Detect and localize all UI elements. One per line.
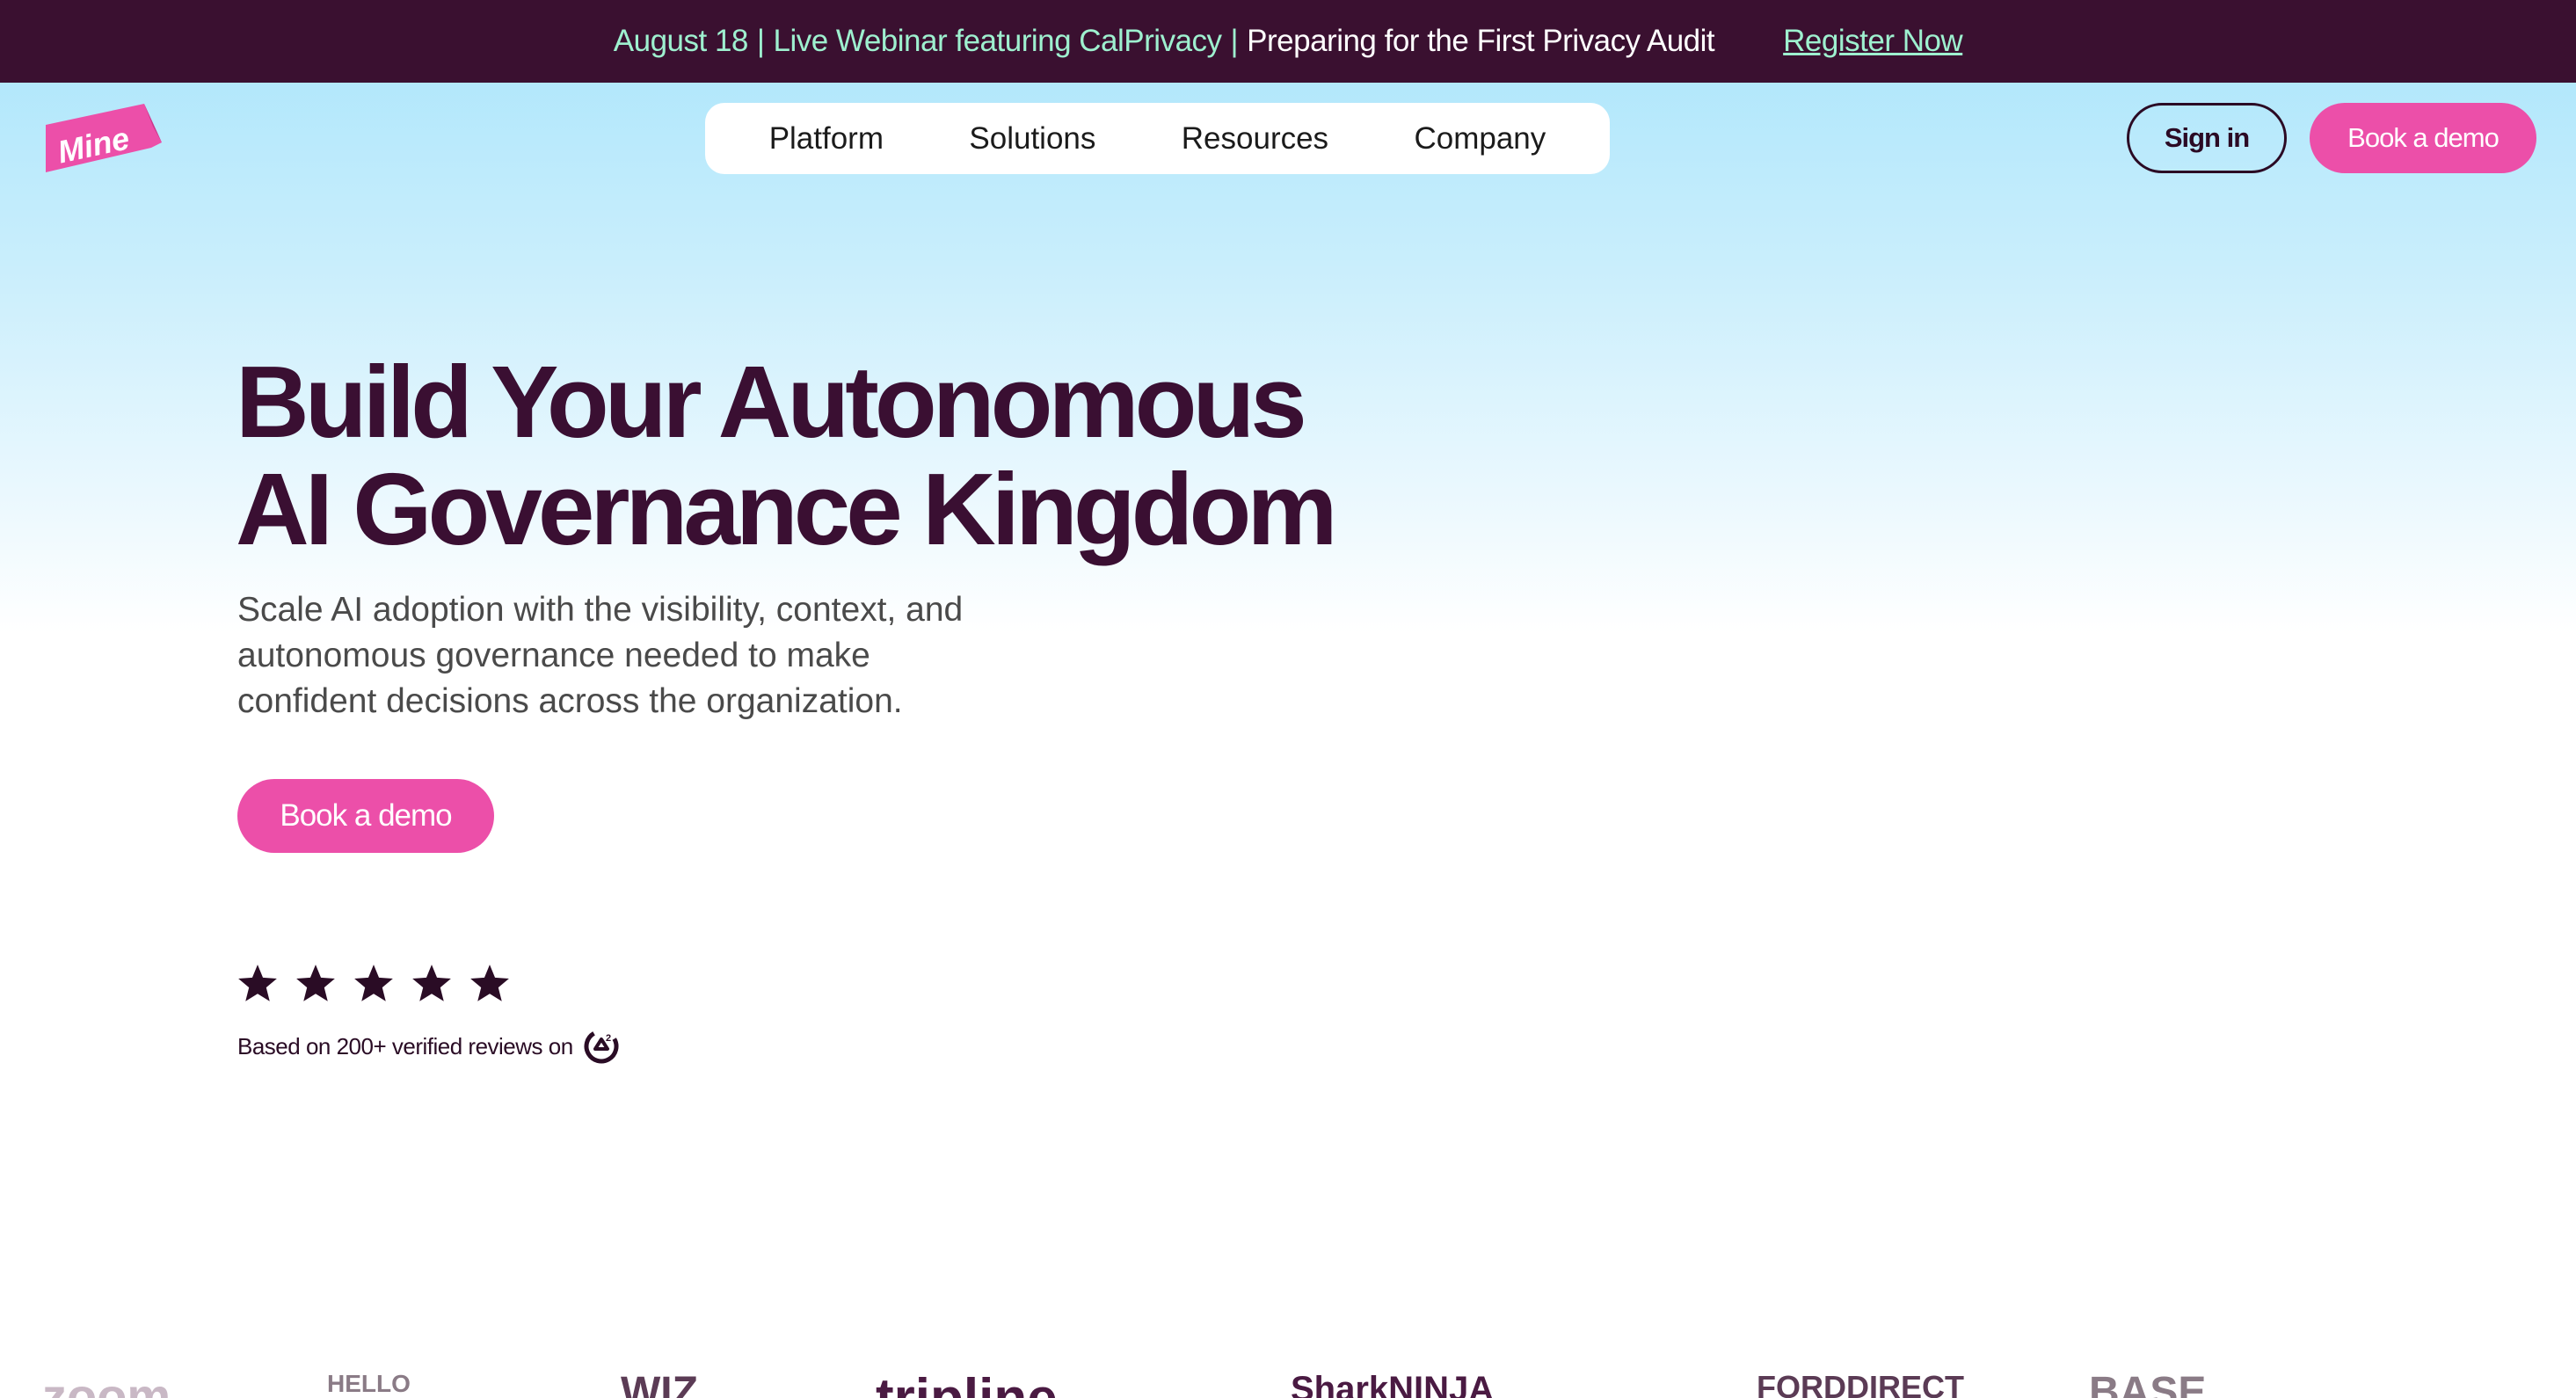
customer-logo-strip: zoom HELLO WIZ tripline SharkNINJA FORDD… xyxy=(0,1372,2576,1398)
hero-subtitle-line-1: Scale AI adoption with the visibility, c… xyxy=(237,591,964,629)
reviews-text: Based on 200+ verified reviews on xyxy=(237,1032,573,1059)
customer-logo-forddirect: FORDDIRECT xyxy=(1757,1372,1964,1398)
hero-title: Build Your Autonomous AI Governance King… xyxy=(236,348,1379,563)
announcement-banner: August 18 | Live Webinar featuring CalPr… xyxy=(0,0,2576,83)
nav-item-platform[interactable]: Platform xyxy=(752,113,901,165)
hero-subtitle-line-3: confident decisions across the organizat… xyxy=(237,682,903,720)
star-icon xyxy=(354,965,393,1001)
svg-text:2: 2 xyxy=(606,1033,611,1044)
announcement-separator-2: | xyxy=(1230,24,1239,58)
announcement-message: Preparing for the First Privacy Audit xyxy=(1247,24,1715,58)
rating-stars xyxy=(236,962,512,1006)
star-icon xyxy=(296,965,335,1001)
customer-logo-base: BASE xyxy=(2089,1372,2207,1398)
hero-subtitle: Scale AI adoption with the visibility, c… xyxy=(237,587,1046,724)
header-book-demo-button[interactable]: Book a demo xyxy=(2310,103,2536,173)
customer-logo-hello: HELLO xyxy=(327,1372,411,1397)
reviews-note: Based on 200+ verified reviews on 2 xyxy=(237,1029,619,1064)
register-now-link[interactable]: Register Now xyxy=(1783,24,1963,59)
customer-logo-zoom: zoom xyxy=(42,1372,171,1398)
hero-subtitle-line-2: autonomous governance needed to make xyxy=(237,637,870,674)
star-icon xyxy=(238,965,277,1001)
g2-icon[interactable]: 2 xyxy=(584,1029,619,1064)
announcement-separator: | xyxy=(756,24,765,58)
main-nav: Platform Solutions Resources Company xyxy=(705,103,1610,174)
customer-logo-sharkninja: SharkNINJA xyxy=(1291,1372,1495,1398)
announcement-event: Live Webinar featuring CalPrivacy xyxy=(773,24,1223,58)
hero-title-line-2: AI Governance Kingdom xyxy=(236,452,1338,566)
customer-logo-tripline: tripline xyxy=(876,1372,1058,1398)
nav-item-resources[interactable]: Resources xyxy=(1164,113,1346,165)
page: August 18 | Live Webinar featuring CalPr… xyxy=(0,0,2576,1398)
mine-logo-flag: Mine xyxy=(46,104,162,172)
hero-title-line-1: Build Your Autonomous xyxy=(236,345,1307,459)
star-icon xyxy=(412,965,451,1001)
nav-item-solutions[interactable]: Solutions xyxy=(951,113,1113,165)
nav-item-company[interactable]: Company xyxy=(1396,113,1563,165)
hero-book-demo-button[interactable]: Book a demo xyxy=(237,779,494,853)
star-icon xyxy=(470,965,509,1001)
announcement-date: August 18 xyxy=(613,24,749,58)
mine-logo[interactable]: Mine xyxy=(46,104,162,174)
sign-in-button[interactable]: Sign in xyxy=(2127,103,2287,173)
customer-logo-wiz: WIZ xyxy=(621,1372,698,1398)
